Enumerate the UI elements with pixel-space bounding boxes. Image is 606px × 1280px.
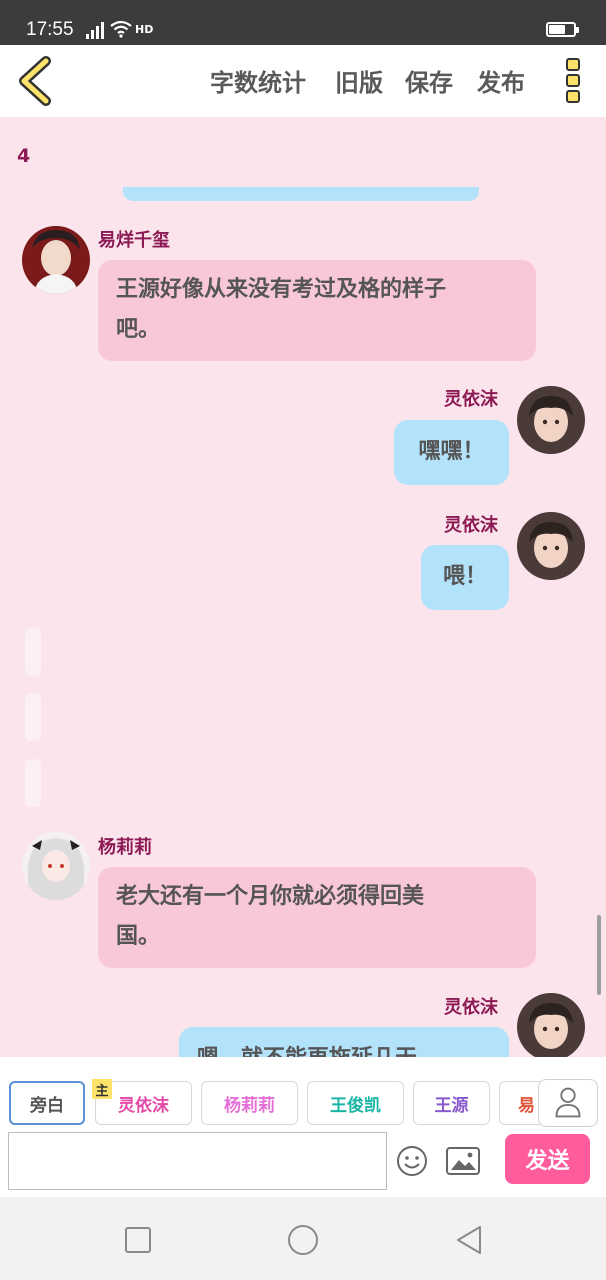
avatar[interactable] <box>22 226 90 294</box>
character-chip-wangjunkai[interactable]: 王俊凯 <box>307 1081 404 1125</box>
message-bubble[interactable]: 老大还有一个月你就必须得回美 国。 <box>98 867 536 968</box>
status-time: 17:55 <box>26 19 74 40</box>
image-button[interactable] <box>445 1145 481 1177</box>
chat-area[interactable]: 4 易烊千玺 王源好像从来没有考过及格的样子 吧。 灵依沫 嘿嘿！ 灵依沫 喂！ <box>0 117 606 1057</box>
home-button[interactable] <box>286 1223 320 1257</box>
protagonist-badge: 主 <box>92 1079 112 1099</box>
publish-button[interactable]: 发布 <box>477 63 525 98</box>
message-bubble[interactable]: 嘿嘿！ <box>394 420 509 485</box>
placeholder-block <box>25 759 41 807</box>
placeholder-block <box>25 628 41 676</box>
message-input[interactable] <box>8 1132 387 1190</box>
character-chip-narration[interactable]: 旁白 <box>9 1081 85 1125</box>
old-version-button[interactable]: 旧版 <box>335 63 383 98</box>
signal-icon <box>86 19 104 39</box>
triangle-back-icon <box>457 1226 481 1254</box>
image-icon <box>446 1147 480 1175</box>
sender-name: 灵依沫 <box>444 515 498 536</box>
word-count-button[interactable]: 字数统计 <box>210 63 306 98</box>
square-icon <box>125 1227 151 1253</box>
send-button[interactable]: 发送 <box>505 1134 590 1184</box>
user-button[interactable] <box>538 1079 598 1127</box>
more-vertical-icon <box>566 58 580 71</box>
circle-icon <box>288 1225 318 1255</box>
back-nav-button[interactable] <box>452 1223 486 1257</box>
input-bar: 发送 <box>0 1127 606 1197</box>
avatar[interactable] <box>22 832 90 900</box>
character-chip-yanglili[interactable]: 杨莉莉 <box>201 1081 298 1125</box>
hd-icon: HD <box>135 22 154 36</box>
partial-message-text: 4 <box>17 145 31 167</box>
system-nav-bar <box>0 1197 606 1280</box>
sender-name: 杨莉莉 <box>98 837 152 858</box>
message-bubble[interactable]: 王源好像从来没有考过及格的样子 吧。 <box>98 260 536 361</box>
more-button[interactable] <box>558 55 588 107</box>
character-selector: 旁白 灵依沫 主 杨莉莉 王俊凯 王源 易 <box>0 1057 606 1127</box>
status-bar: 17:55 HD <box>0 0 606 45</box>
recent-apps-button[interactable] <box>121 1223 155 1257</box>
user-icon <box>555 1087 581 1118</box>
sender-name: 灵依沫 <box>444 389 498 410</box>
emoji-button[interactable] <box>395 1144 429 1178</box>
placeholder-block <box>25 693 41 741</box>
partial-bubble <box>123 187 479 201</box>
smile-icon <box>397 1146 427 1176</box>
avatar[interactable] <box>517 993 585 1057</box>
avatar[interactable] <box>517 386 585 454</box>
save-button[interactable]: 保存 <box>405 63 453 98</box>
character-chip-wangyuan[interactable]: 王源 <box>413 1081 490 1125</box>
battery-icon <box>546 22 579 37</box>
top-toolbar: 字数统计 旧版 保存 发布 <box>0 45 606 117</box>
back-button[interactable] <box>10 53 66 109</box>
message-bubble[interactable]: 喂！ <box>421 545 509 610</box>
message-bubble[interactable]: 嗯，就不能再拖延几天 <box>179 1027 509 1057</box>
chat-scrollbar[interactable] <box>597 915 601 995</box>
sender-name: 灵依沫 <box>444 997 498 1018</box>
wifi-icon <box>110 20 132 38</box>
sender-name: 易烊千玺 <box>98 230 170 251</box>
avatar[interactable] <box>517 512 585 580</box>
